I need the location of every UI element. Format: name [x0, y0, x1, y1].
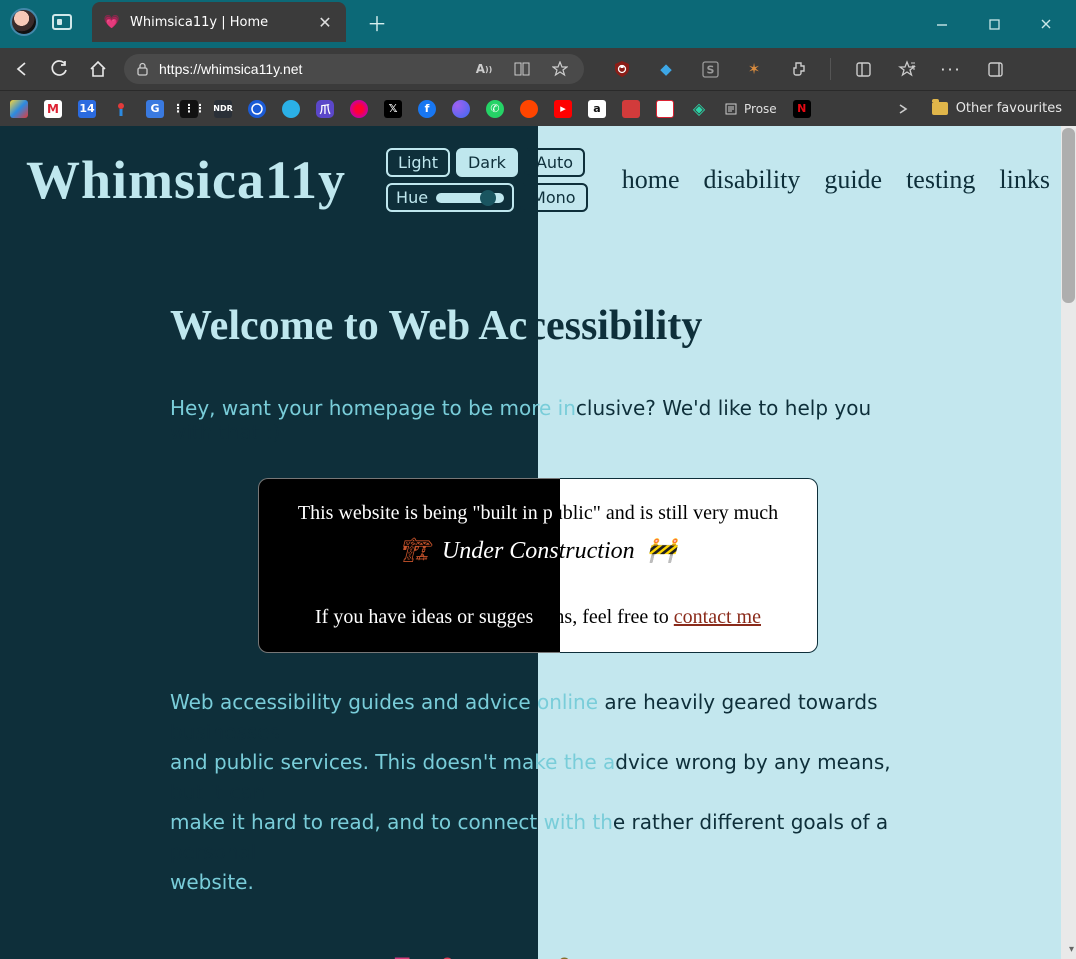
intro-paragraph: Hey, want your homepage to be more inclu…: [170, 396, 906, 444]
back-button[interactable]: [10, 57, 34, 81]
construction-callout: This website is being "built in public" …: [258, 478, 818, 653]
theme-controls: Light Dark Auto Hue Mono: [386, 148, 588, 212]
folder-icon: [932, 102, 948, 115]
hue-slider[interactable]: [436, 193, 504, 203]
browser-toolbar: A)) ◆ S ✶ ···: [0, 48, 1076, 90]
bookmark-item[interactable]: [622, 100, 640, 118]
extensions-icon[interactable]: [786, 57, 810, 81]
bookmark-item[interactable]: 14: [78, 100, 96, 118]
toolbar-separator: [830, 58, 831, 80]
callout-line-1: This website is being "built in public" …: [280, 498, 796, 529]
bookmark-item[interactable]: ▸: [554, 100, 572, 118]
other-favourites-button[interactable]: Other favourites: [932, 101, 1066, 116]
bookmark-item[interactable]: 𝕏: [384, 100, 402, 118]
callout-under-construction: 🏗 Under Construction 🚧: [280, 533, 796, 570]
other-favourites-label: Other favourites: [956, 101, 1062, 116]
crane-icon: 🏗: [399, 538, 429, 564]
nav-disability[interactable]: disability: [704, 165, 801, 195]
nav-guide[interactable]: guide: [824, 165, 882, 195]
svg-text:S: S: [706, 63, 714, 76]
theme-light-button[interactable]: Light: [386, 148, 450, 177]
page-content: Whimsica11y Light Dark Auto Hue Mono hom…: [0, 126, 1076, 959]
nav-links[interactable]: links: [999, 165, 1050, 195]
bookmark-item[interactable]: [282, 100, 300, 118]
window-close-button[interactable]: [1020, 4, 1072, 44]
bookmark-item[interactable]: [248, 100, 266, 118]
tab-title: Whimsica11y | Home: [130, 15, 306, 30]
body-paragraph: Web accessibility guides and advice onli…: [170, 687, 906, 897]
more-menu-icon[interactable]: ···: [939, 57, 963, 81]
nav-home[interactable]: home: [622, 165, 680, 195]
bookmark-prose[interactable]: Prose: [724, 102, 777, 116]
bookmark-item[interactable]: ◈: [690, 100, 708, 118]
window-titlebar: 💗 Whimsica11y | Home ✕ ＋: [0, 0, 1076, 48]
home-button[interactable]: [86, 57, 110, 81]
bookmark-item[interactable]: [10, 100, 28, 118]
bookmark-prose-label: Prose: [744, 102, 777, 116]
stylus-icon[interactable]: S: [698, 57, 722, 81]
bookmark-item[interactable]: [520, 100, 538, 118]
hue-label: Hue: [396, 188, 428, 207]
read-aloud-icon[interactable]: A)): [472, 57, 496, 81]
bookmarks-overflow-button[interactable]: [890, 102, 916, 116]
bookmark-item[interactable]: N: [793, 100, 811, 118]
nav-testing[interactable]: testing: [906, 165, 975, 195]
bookmark-item[interactable]: [112, 100, 130, 118]
new-tab-button[interactable]: ＋: [360, 2, 394, 42]
bookmark-item[interactable]: ⋮⋮⋮: [180, 100, 198, 118]
sidebar-toggle-icon[interactable]: [851, 57, 875, 81]
theme-auto-button[interactable]: Auto: [524, 148, 585, 177]
split-screen-icon[interactable]: [983, 57, 1007, 81]
address-bar[interactable]: A)): [124, 54, 584, 84]
theme-dark-button[interactable]: Dark: [456, 148, 518, 177]
main-nav: home disability guide testing links: [612, 165, 1050, 195]
bookmark-item[interactable]: ⽖: [316, 100, 334, 118]
bookmarks-bar: M 14 G ⋮⋮⋮ NDR ⽖ 𝕏 f ✆ ▸ a ◈ Prose N Oth…: [0, 90, 1076, 126]
bookmark-item[interactable]: M: [44, 100, 62, 118]
window-minimize-button[interactable]: [916, 4, 968, 44]
window-maximize-button[interactable]: [968, 4, 1020, 44]
bookmark-item[interactable]: ✆: [486, 100, 504, 118]
workspaces-icon[interactable]: [52, 14, 72, 30]
bookmark-item[interactable]: [656, 100, 674, 118]
bookmark-item[interactable]: G: [146, 100, 164, 118]
reader-mode-icon[interactable]: [510, 57, 534, 81]
gem-icon[interactable]: ◆: [654, 57, 678, 81]
construction-sign-icon: 🚧: [647, 538, 677, 564]
site-logo: Whimsica11y: [26, 149, 346, 211]
bookmark-item[interactable]: NDR: [214, 100, 232, 118]
hero-logo: Whimsica11y Whimsica11y: [170, 941, 906, 959]
ublock-icon[interactable]: [610, 57, 634, 81]
profile-avatar[interactable]: [10, 8, 38, 36]
favourites-hub-icon[interactable]: [895, 57, 919, 81]
favourite-star-icon[interactable]: [548, 57, 572, 81]
contact-link[interactable]: contact me: [674, 606, 761, 628]
lock-icon: [136, 62, 149, 76]
browser-tab-active[interactable]: 💗 Whimsica11y | Home ✕: [92, 2, 346, 42]
callout-line-3: If you have ideas or suggestions, feel f…: [280, 602, 796, 633]
theme-mono-button[interactable]: Mono: [520, 183, 588, 212]
page-heading: Welcome to Web Accessibility: [170, 302, 906, 350]
bookmark-item[interactable]: [350, 100, 368, 118]
bookmark-item[interactable]: [452, 100, 470, 118]
url-input[interactable]: [159, 61, 462, 77]
bug-icon[interactable]: ✶: [742, 57, 766, 81]
bookmark-item[interactable]: f: [418, 100, 436, 118]
tab-favicon-icon: 💗: [104, 14, 120, 30]
bookmark-item[interactable]: a: [588, 100, 606, 118]
hue-control[interactable]: Hue: [386, 183, 514, 212]
tab-close-button[interactable]: ✕: [316, 13, 334, 31]
refresh-button[interactable]: [48, 57, 72, 81]
